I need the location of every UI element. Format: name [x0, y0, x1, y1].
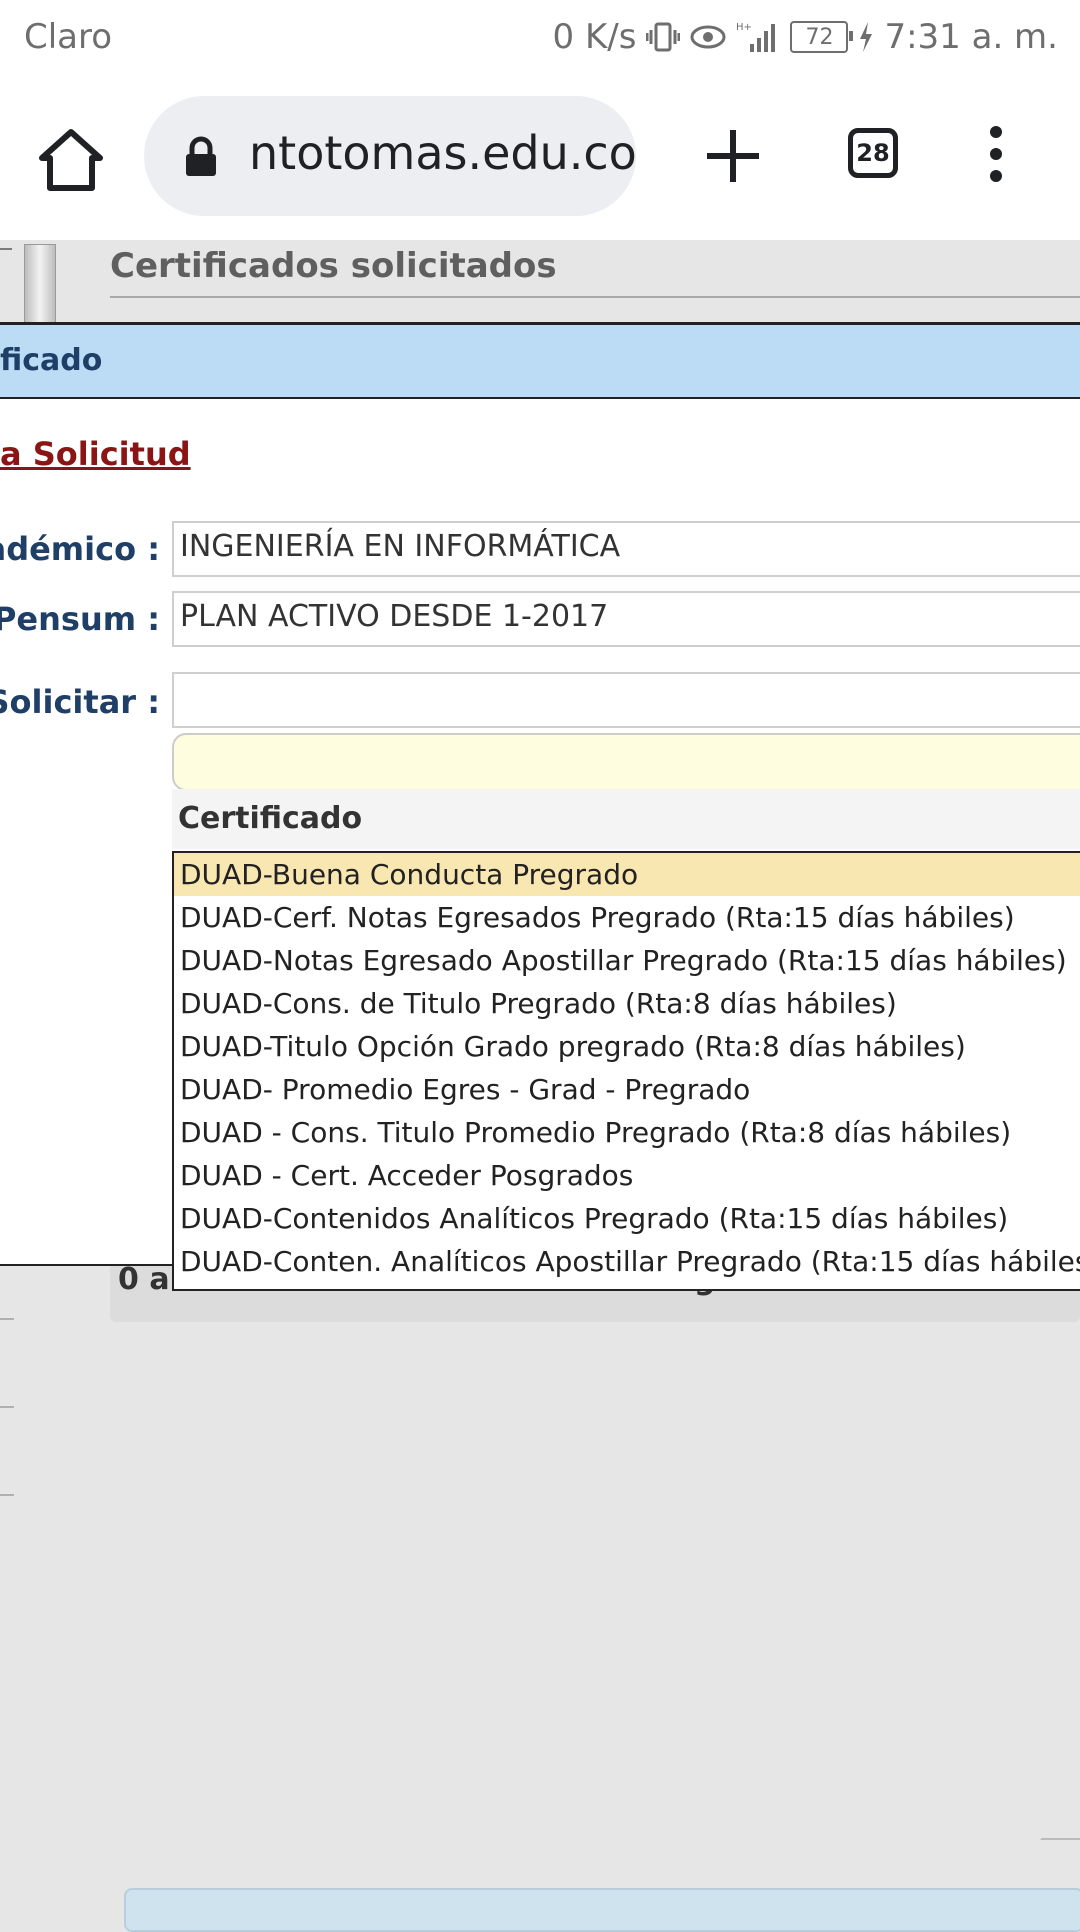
battery-level: 72 — [805, 24, 834, 50]
dropdown-option[interactable]: DUAD-Buena Conducta Pregrado — [174, 853, 1080, 896]
eye-icon — [690, 22, 726, 52]
divider — [0, 1406, 14, 1408]
more-vert-icon — [990, 126, 1002, 182]
new-request-link[interactable]: a Solicitud — [0, 435, 191, 473]
address-bar[interactable]: ntotomas.edu.co — [144, 96, 637, 216]
signal-icon: H+ — [736, 20, 780, 54]
new-tab-button[interactable] — [703, 126, 763, 186]
dropdown-option[interactable]: DUAD-Notas Egresado Apostillar Pregrado … — [174, 939, 1080, 982]
dropdown-option[interactable]: DUAD-Titulo Opción Grado pregrado (Rta:8… — [174, 1025, 1080, 1068]
program-field[interactable]: INGENIERÍA EN INFORMÁTICA — [172, 521, 1080, 577]
divider — [0, 1318, 14, 1320]
certificate-select-label: a Solicitar : — [0, 683, 160, 721]
dropdown-option[interactable]: DUAD-Conten. Analíticos Apostillar Pregr… — [174, 1240, 1080, 1283]
clock: 7:31 a. m. — [884, 17, 1058, 57]
dropdown-option[interactable]: DUAD - Cons. Titulo Promedio Pregrado (R… — [174, 1111, 1080, 1154]
status-bar: Claro 0 K/s H+ 72 7:31 a. m. — [0, 0, 1080, 76]
carrier-name: Claro — [24, 17, 113, 57]
certificate-options-list[interactable]: DUAD-Buena Conducta Pregrado DUAD-Cerf. N… — [172, 851, 1080, 1291]
section-title: Certificados solicitados — [110, 246, 557, 286]
resize-corner — [1034, 1838, 1080, 1850]
lock-icon — [186, 136, 216, 176]
dropdown-header-label: Certificado — [178, 801, 363, 836]
program-label: cadémico : — [0, 530, 160, 568]
net-speed: 0 K/s — [552, 17, 637, 57]
tab-switcher-button[interactable]: 28 — [848, 128, 898, 178]
dialog-title-bar: ficado — [0, 325, 1080, 399]
tab-count: 28 — [856, 139, 890, 167]
browser-toolbar: ntotomas.edu.co 28 — [0, 76, 1080, 240]
dropdown-option[interactable]: DUAD-Contenidos Analíticos Pregrado (Rta… — [174, 1197, 1080, 1240]
charging-icon — [858, 22, 874, 52]
divider — [0, 248, 12, 250]
vibrate-icon — [646, 20, 681, 54]
more-menu-button[interactable] — [986, 124, 1006, 184]
certificate-request-dialog: ficado a Solicitud cadémico : INGENIERÍA… — [0, 322, 1080, 1291]
dialog-title: ficado — [0, 343, 103, 378]
divider — [0, 1494, 14, 1496]
network-type-label: H+ — [736, 22, 752, 33]
pensum-label: Pensum : — [0, 600, 160, 638]
section-header: Certificados solicitados — [110, 244, 1080, 298]
battery-icon: 72 — [790, 21, 854, 53]
home-button[interactable] — [36, 126, 106, 196]
dropdown-option[interactable]: DUAD- Promedio Egres - Grad - Pregrado — [174, 1068, 1080, 1111]
certificate-select[interactable] — [172, 672, 1080, 728]
dropdown-option[interactable]: DUAD-Cerf. Notas Egresados Pregrado (Rta… — [174, 896, 1080, 939]
dropdown-option[interactable]: DUAD-Cons. de Titulo Pregrado (Rta:8 día… — [174, 982, 1080, 1025]
pensum-field[interactable]: PLAN ACTIVO DESDE 1-2017 — [172, 591, 1080, 647]
scroll-handle[interactable] — [24, 244, 56, 324]
dropdown-header: Certificado — [172, 789, 1080, 849]
url-text: ntotomas.edu.co — [249, 126, 637, 180]
home-icon — [39, 129, 103, 191]
status-icons: 0 K/s H+ 72 7:31 a. m. — [553, 17, 1058, 57]
bottom-panel — [124, 1888, 1080, 1932]
plus-icon — [707, 130, 759, 182]
certificate-search-field[interactable] — [172, 733, 1080, 791]
dropdown-option[interactable]: DUAD - Cert. Acceder Posgrados — [174, 1154, 1080, 1197]
